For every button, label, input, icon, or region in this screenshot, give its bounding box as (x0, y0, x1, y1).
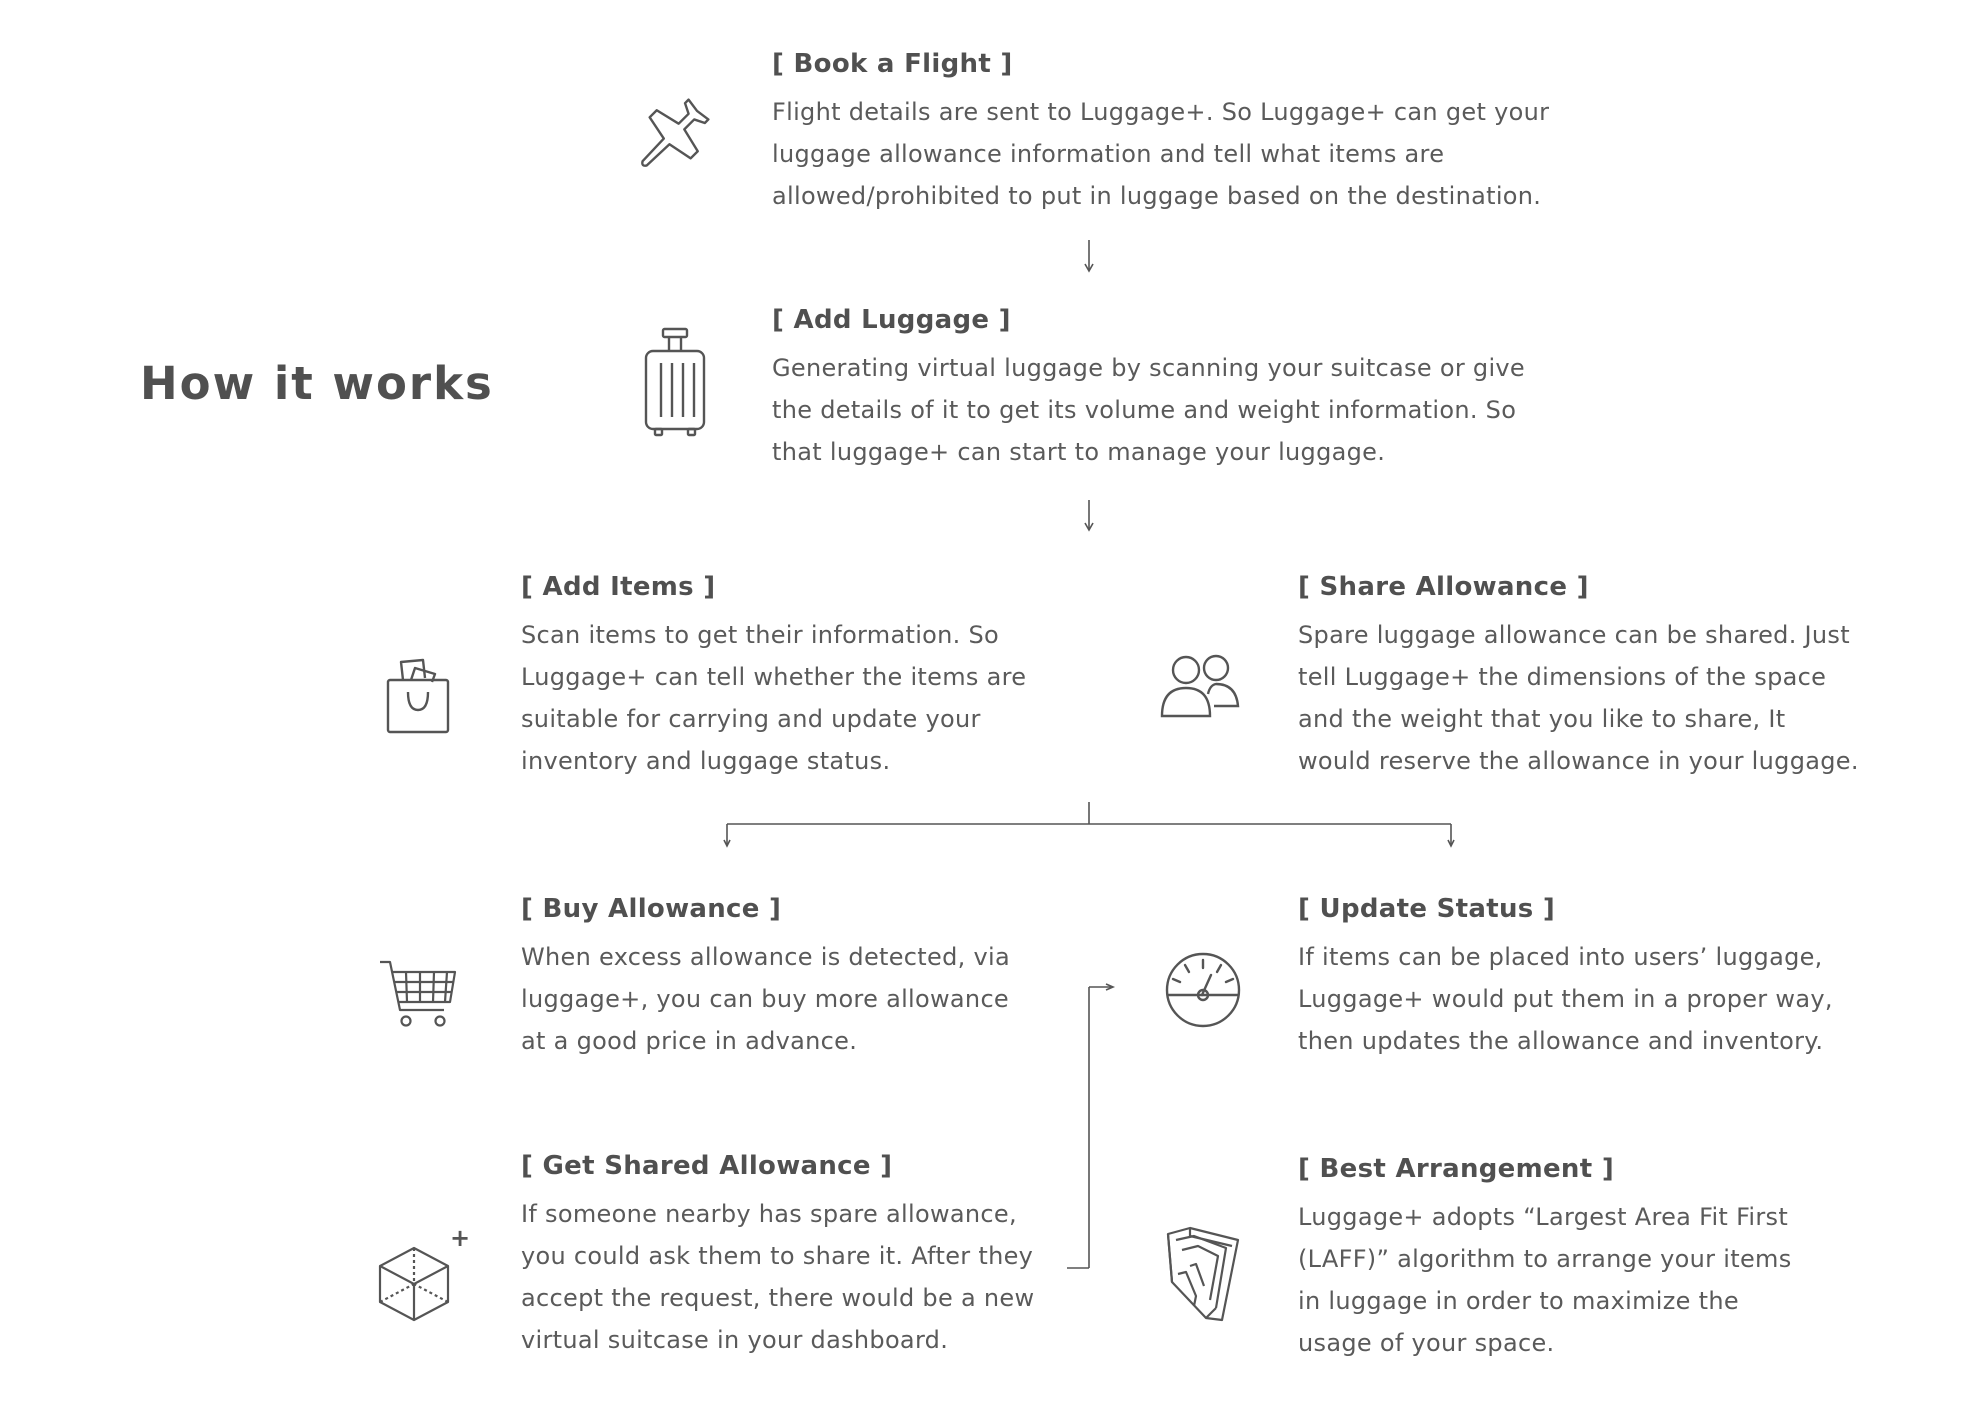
step-title: [ Add Luggage ] (772, 305, 1011, 335)
step-description: Generating virtual luggage by scanning y… (772, 354, 1525, 466)
step-description: If someone nearby has spare allowance, y… (521, 1200, 1035, 1354)
packing-boxes-icon (1164, 1226, 1242, 1322)
cart-wheel-left (400, 1015, 412, 1027)
step-title: [ Get Shared Allowance ] (521, 1151, 893, 1181)
step-description: When excess allowance is detected, via l… (521, 943, 1010, 1055)
step-description: If items can be placed into users’ lugga… (1298, 943, 1833, 1055)
suitcase-handle (661, 327, 689, 339)
step-best-arrangement: [ Best Arrangement ] Luggage+ adopts “La… (1298, 1152, 1792, 1364)
step-description: Flight details are sent to Luggage+. So … (772, 98, 1550, 210)
step-book-flight: [ Book a Flight ] Flight details are sen… (772, 47, 1549, 217)
step-title: [ Buy Allowance ] (521, 894, 782, 924)
bag-body (386, 678, 450, 734)
step-description: Luggage+ adopts “Largest Area Fit First … (1298, 1203, 1792, 1357)
cube-plus-icon: + (376, 1224, 470, 1322)
step-title: [ Best Arrangement ] (1298, 1154, 1615, 1184)
plus-symbol: + (450, 1224, 470, 1252)
user-back-body (1206, 682, 1240, 708)
shopping-bag-icon (385, 658, 451, 734)
step-description: Scan items to get their information. So … (521, 621, 1027, 775)
user-back-head (1202, 654, 1230, 682)
step-get-shared-allowance: [ Get Shared Allowance ] If someone near… (521, 1149, 1034, 1361)
step-title: [ Share Allowance ] (1298, 572, 1589, 602)
user-front-head (1171, 655, 1201, 685)
step-title: [ Update Status ] (1298, 894, 1556, 924)
suitcase-icon (643, 327, 707, 439)
step-add-luggage: [ Add Luggage ] Generating virtual lugga… (772, 303, 1525, 473)
step-update-status: [ Update Status ] If items can be placed… (1298, 892, 1833, 1062)
step-add-items: [ Add Items ] Scan items to get their in… (521, 570, 1026, 782)
airplane-icon (632, 94, 714, 176)
step-share-allowance: [ Share Allowance ] Spare luggage allowa… (1298, 570, 1859, 782)
bag-handle (406, 691, 430, 712)
users-icon (1160, 650, 1242, 720)
user-front-body (1160, 686, 1212, 718)
step-buy-allowance: [ Buy Allowance ] When excess allowance … (521, 892, 1010, 1062)
suitcase-body (644, 349, 706, 431)
shopping-cart-icon (378, 958, 458, 1030)
step-title: [ Add Items ] (521, 572, 716, 602)
gauge-icon (1164, 951, 1242, 1029)
step-title: [ Book a Flight ] (772, 49, 1013, 79)
cart-wheel-right (434, 1015, 446, 1027)
step-description: Spare luggage allowance can be shared. J… (1298, 621, 1859, 775)
